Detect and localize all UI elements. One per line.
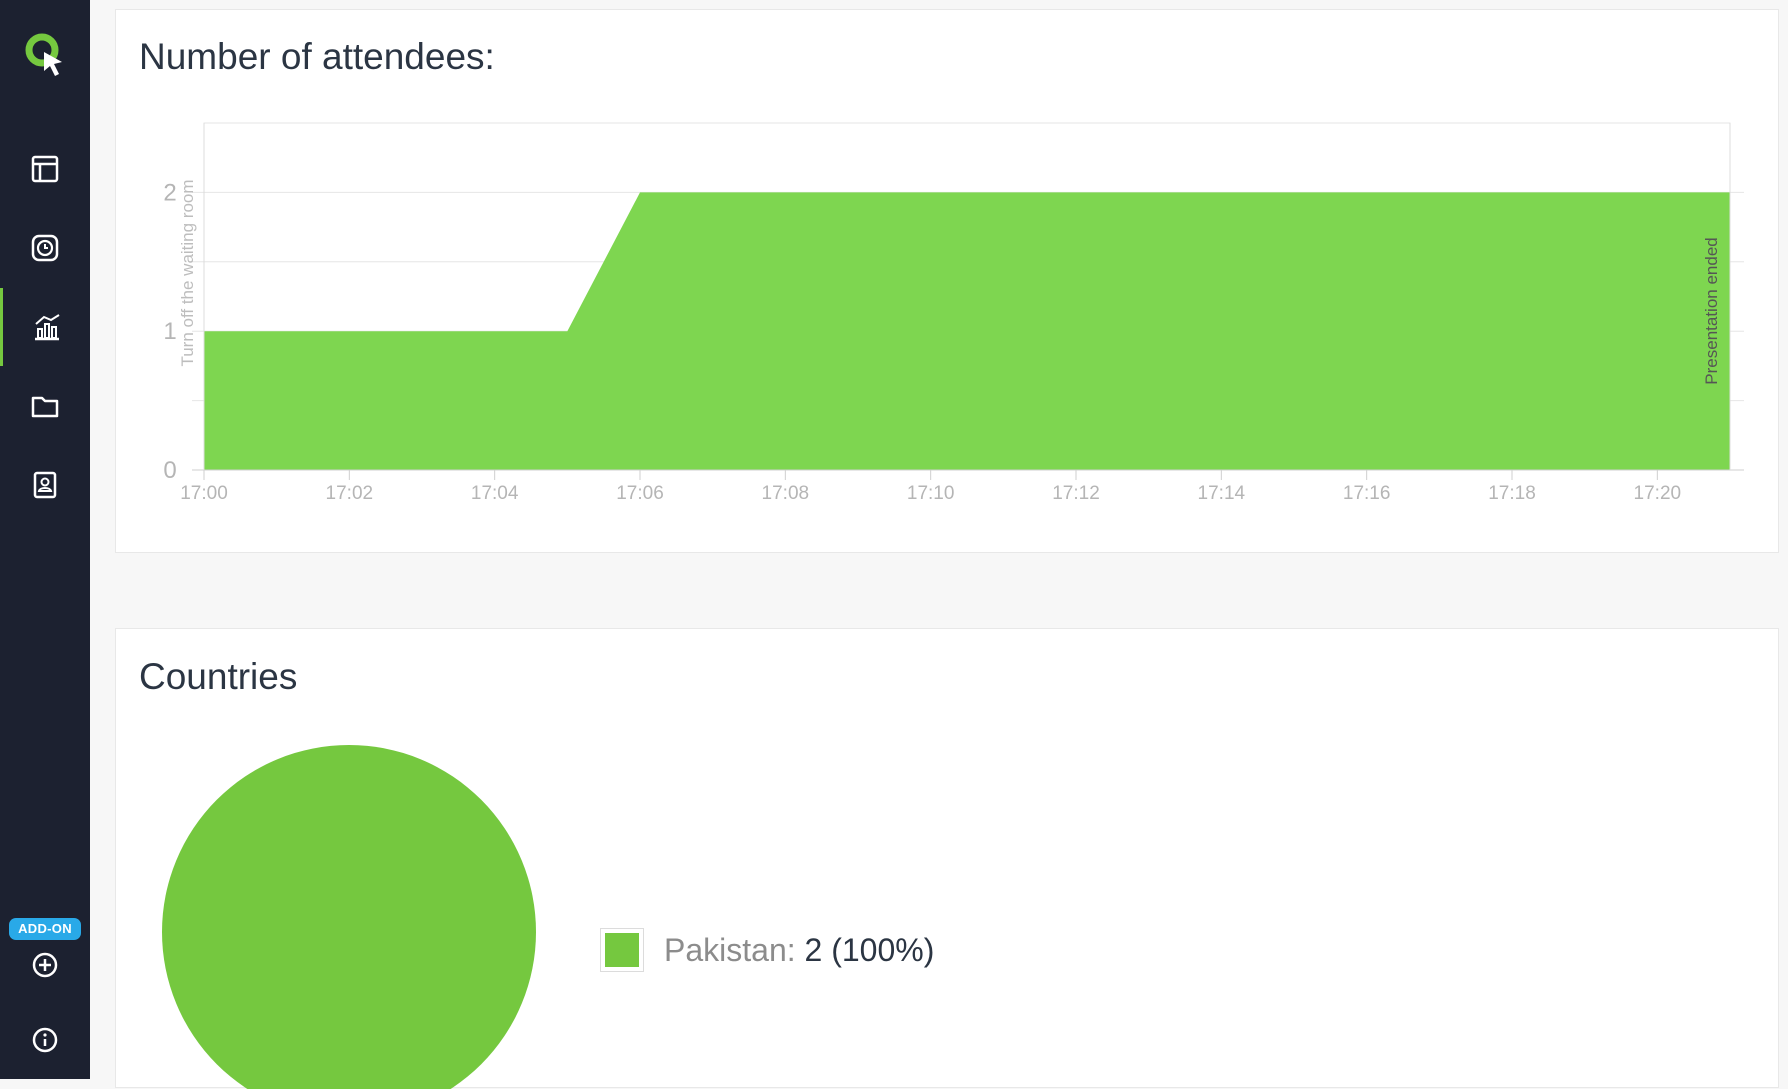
- attendees-card: Number of attendees: 17:00 17:02 17:04 17:0…: [115, 9, 1779, 553]
- y-tick-label: 1: [163, 318, 176, 345]
- x-tick-label: 17:04: [471, 483, 519, 504]
- legend-item: Pakistan: 2 (100%): [664, 932, 934, 969]
- bar-chart-icon: [34, 314, 60, 341]
- contact-book-icon: [33, 471, 57, 499]
- x-tick-label: 17:08: [762, 483, 810, 504]
- y-tick-label: 0: [163, 457, 176, 484]
- plus-circle-icon: [32, 952, 58, 978]
- x-tick-label: 17:10: [907, 483, 955, 504]
- x-tick-label: 17:18: [1488, 483, 1536, 504]
- y-tick-label: 2: [163, 179, 176, 206]
- sidebar-item-addon[interactable]: [0, 927, 90, 1003]
- x-tick-label: 17:12: [1052, 483, 1100, 504]
- sidebar-item-dashboard[interactable]: [0, 130, 90, 208]
- legend-swatch-box: [600, 928, 644, 972]
- attendees-area-series: [204, 192, 1730, 470]
- countries-card: Countries Pakistan: 2 (100%): [115, 628, 1779, 1089]
- sidebar-item-statistics[interactable]: [0, 288, 90, 366]
- x-tick-label: 17:20: [1634, 483, 1682, 504]
- clock-icon: [31, 234, 59, 262]
- legend-value: 2 (100%): [804, 931, 935, 968]
- pie-slice[interactable]: [162, 745, 536, 1089]
- x-tick-label: 17:16: [1343, 483, 1391, 504]
- attendees-area-chart: 17:00 17:02 17:04 17:06 17:08 17:10 17:12 17:14…: [163, 122, 1744, 504]
- x-tick-label: 17:14: [1198, 483, 1246, 504]
- x-tick-label: 17:06: [616, 483, 664, 504]
- annotation-waiting-room: Turn off the waiting room: [178, 179, 197, 366]
- annotation-presentation-ended: Presentation ended: [1702, 237, 1721, 384]
- sidebar-item-info[interactable]: [0, 1002, 90, 1078]
- legend-label: Pakistan:: [664, 931, 796, 968]
- countries-legend: Pakistan: 2 (100%): [600, 928, 934, 972]
- layout-icon: [31, 155, 59, 183]
- legend-swatch: [605, 933, 639, 967]
- sidebar-item-files[interactable]: [0, 367, 90, 445]
- info-icon: [32, 1027, 58, 1053]
- sidebar-item-schedule[interactable]: [0, 209, 90, 287]
- x-tick-label: 17:00: [180, 483, 228, 504]
- folder-icon: [31, 396, 59, 418]
- countries-pie-chart: [162, 745, 536, 1089]
- sidebar: ADD-ON: [0, 0, 90, 1079]
- app-logo-icon[interactable]: [24, 32, 66, 78]
- x-tick-label: 17:02: [326, 483, 374, 504]
- sidebar-item-contacts[interactable]: [0, 446, 90, 524]
